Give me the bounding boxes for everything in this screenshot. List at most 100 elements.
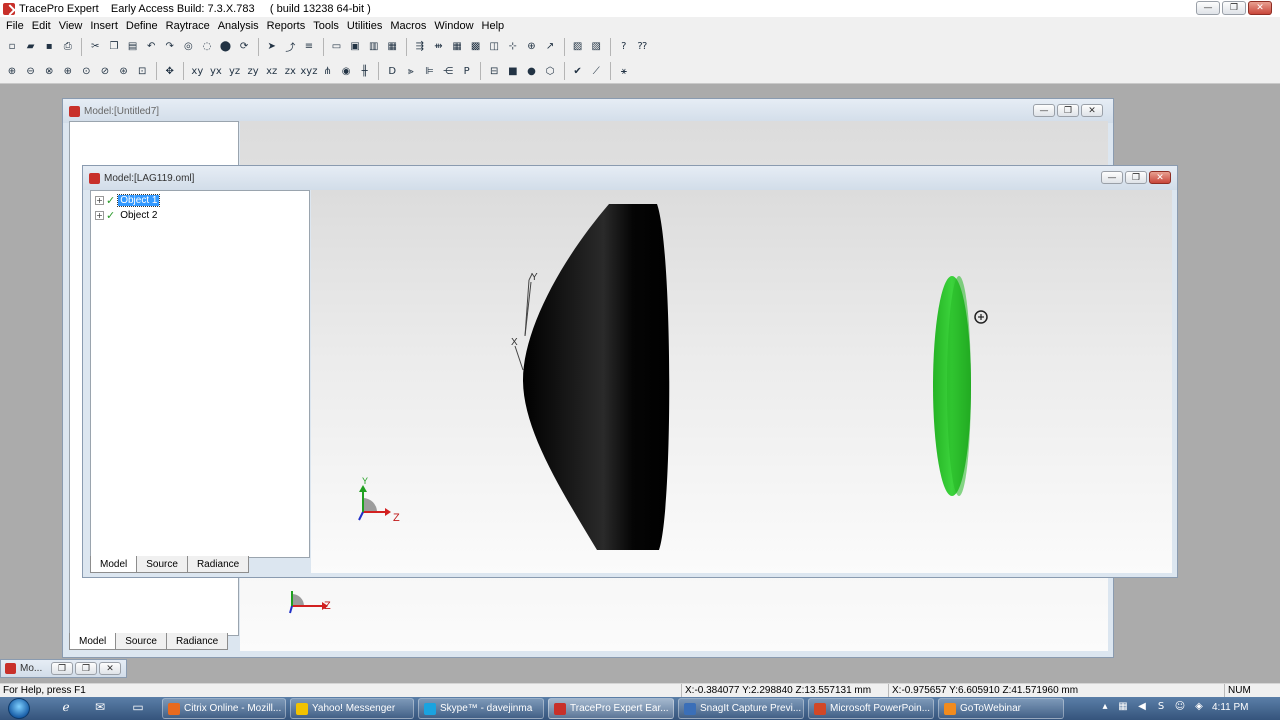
zoom-region-icon[interactable]: ⊛ [116, 63, 132, 79]
minimized-model-window[interactable]: Mo... ❐ ❐ ✕ [0, 659, 127, 678]
zoom-selection-icon[interactable]: ⊘ [97, 63, 113, 79]
shield-icon[interactable]: ⬡ [542, 63, 558, 79]
redo-icon[interactable]: ↷ [162, 39, 178, 55]
menu-insert[interactable]: Insert [86, 20, 122, 32]
view-xz-icon[interactable]: xz [264, 63, 280, 79]
view-iso-icon[interactable]: xyz [300, 63, 317, 79]
show-hidden-icons-icon[interactable]: ▴ [1098, 701, 1112, 715]
network-icon[interactable]: ▦ [1116, 701, 1130, 715]
tab-radiance[interactable]: Radiance [165, 633, 229, 650]
zoom-out-icon[interactable]: ⊖ [23, 63, 39, 79]
menu-help[interactable]: Help [478, 20, 509, 32]
tab-source[interactable]: Source [115, 633, 167, 650]
open-folder-icon[interactable]: ▰ [23, 39, 39, 55]
start-button[interactable] [8, 698, 30, 719]
taskbar-button[interactable]: Citrix Online - Mozill... [162, 698, 286, 719]
menu-edit[interactable]: Edit [28, 20, 55, 32]
candela-icon[interactable]: ▧ [588, 39, 604, 55]
window-icon[interactable]: ▭ [329, 39, 345, 55]
minimized-close-button[interactable]: ✕ [99, 662, 121, 675]
model-3d-viewport[interactable]: Y X Y Z [311, 190, 1172, 573]
context-help-icon[interactable]: ⁇ [634, 39, 650, 55]
restore-button[interactable]: ❐ [1222, 1, 1246, 15]
lag119-minimize-button[interactable]: — [1101, 171, 1123, 184]
settings-icon[interactable]: ⚹ [616, 63, 632, 79]
cascade-icon[interactable]: ▣ [347, 39, 363, 55]
lens-icon[interactable]: ⊫ [421, 63, 437, 79]
render-solid-icon[interactable]: ◉ [338, 63, 354, 79]
menu-view[interactable]: View [55, 20, 87, 32]
taskbar-button[interactable]: SnagIt Capture Previ... [678, 698, 804, 719]
close-button[interactable]: ✕ [1248, 1, 1272, 15]
volume-icon[interactable]: ◀ [1135, 701, 1149, 715]
taskbar-clock[interactable]: 4:11 PM [1212, 702, 1249, 713]
chart-icon[interactable]: ↗ [542, 39, 558, 55]
tab-model[interactable]: Model [69, 633, 117, 650]
skype-tray-icon[interactable]: S [1154, 701, 1168, 715]
menu-reports[interactable]: Reports [263, 20, 310, 32]
tree-item-object-1[interactable]: + ✓ Object 1 [95, 193, 161, 207]
new-file-icon[interactable]: ▫ [4, 39, 20, 55]
snagit-tray-icon[interactable]: ◈ [1192, 701, 1206, 715]
model-tree-pane[interactable]: + ✓ Object 1 + ✓ Object 2 [90, 190, 310, 558]
outlook-icon[interactable]: ✉ [92, 700, 108, 716]
flip-icon[interactable]: ⫸ [403, 63, 419, 79]
stop-icon[interactable]: ■ [505, 63, 521, 79]
zoom-fit-icon[interactable]: ⊕ [60, 63, 76, 79]
menu-file[interactable]: File [2, 20, 28, 32]
grid-icon[interactable]: ▦ [449, 39, 465, 55]
taskbar-button[interactable]: GoToWebinar [938, 698, 1064, 719]
tab-model[interactable]: Model [90, 556, 138, 573]
explorer-folder-icon[interactable]: ▭ [130, 700, 146, 716]
view-axes-icon[interactable]: ⋔ [320, 63, 336, 79]
taskbar-button[interactable]: Microsoft PowerPoin... [808, 698, 934, 719]
model-window-untitled7-titlebar[interactable]: Model:[Untitled7] [63, 99, 1113, 123]
minimized-restore-button[interactable]: ❐ [51, 662, 73, 675]
pointer-icon[interactable]: ➤ [264, 39, 280, 55]
tab-radiance[interactable]: Radiance [186, 556, 250, 573]
zoom-window-icon[interactable]: ⊗ [41, 63, 57, 79]
lag119-close-button[interactable]: ✕ [1149, 171, 1171, 184]
mirror-icon[interactable]: D [384, 63, 400, 79]
view-yx-icon[interactable]: yx [208, 63, 224, 79]
menu-window[interactable]: Window [430, 20, 477, 32]
menu-analysis[interactable]: Analysis [214, 20, 263, 32]
view-yz-icon[interactable]: yz [227, 63, 243, 79]
untitled7-restore-button[interactable]: ❐ [1057, 104, 1079, 117]
messenger-tray-icon[interactable]: ☺ [1173, 701, 1187, 715]
paste-icon[interactable]: ▤ [125, 39, 141, 55]
menu-raytrace[interactable]: Raytrace [162, 20, 214, 32]
taskbar-button[interactable]: Skype™ - davejinma [418, 698, 544, 719]
undo-icon[interactable]: ↶ [143, 39, 159, 55]
zoom-in-icon[interactable]: ⊕ [4, 63, 20, 79]
raytrace-icon[interactable]: ⇶ [412, 39, 428, 55]
menu-utilities[interactable]: Utilities [343, 20, 386, 32]
select-icon[interactable]: ⤴ [282, 39, 298, 55]
tree-item-object-2[interactable]: + ✓ Object 2 [95, 208, 159, 222]
model-window-lag119-titlebar[interactable]: Model:[LAG119.oml] [83, 166, 1177, 190]
cut-icon[interactable]: ✂ [87, 39, 103, 55]
plot-icon[interactable]: ⊹ [505, 39, 521, 55]
dot-icon[interactable]: ● [523, 63, 539, 79]
internet-explorer-icon[interactable]: ℯ [58, 700, 74, 716]
eye-dim-icon[interactable]: ◌ [199, 39, 215, 55]
copy-icon[interactable]: ❐ [106, 39, 122, 55]
taskbar-button[interactable]: Yahoo! Messenger [290, 698, 414, 719]
list-icon[interactable]: ≡ [301, 39, 317, 55]
view-zy-icon[interactable]: zy [245, 63, 261, 79]
profile-icon[interactable]: P [459, 63, 475, 79]
ruler-icon[interactable]: ⟋ [588, 63, 604, 79]
menu-tools[interactable]: Tools [309, 20, 343, 32]
render-wire-icon[interactable]: ╫ [357, 63, 373, 79]
menu-define[interactable]: Define [122, 20, 162, 32]
refresh-icon[interactable]: ⟳ [236, 39, 252, 55]
taskbar-button[interactable]: TracePro Expert Ear... [548, 698, 674, 719]
untitled7-minimize-button[interactable]: — [1033, 104, 1055, 117]
frame-icon[interactable]: ⊟ [486, 63, 502, 79]
split-vertical-icon[interactable]: ▦ [384, 39, 400, 55]
help-icon[interactable]: ? [616, 39, 632, 55]
model-window-lag119[interactable]: Model:[LAG119.oml] — ❐ ✕ + ✓ Object 1 + … [82, 165, 1178, 578]
save-icon[interactable]: ▪ [41, 39, 57, 55]
target-icon[interactable]: ⊕ [523, 39, 539, 55]
view-zx-icon[interactable]: zx [282, 63, 298, 79]
